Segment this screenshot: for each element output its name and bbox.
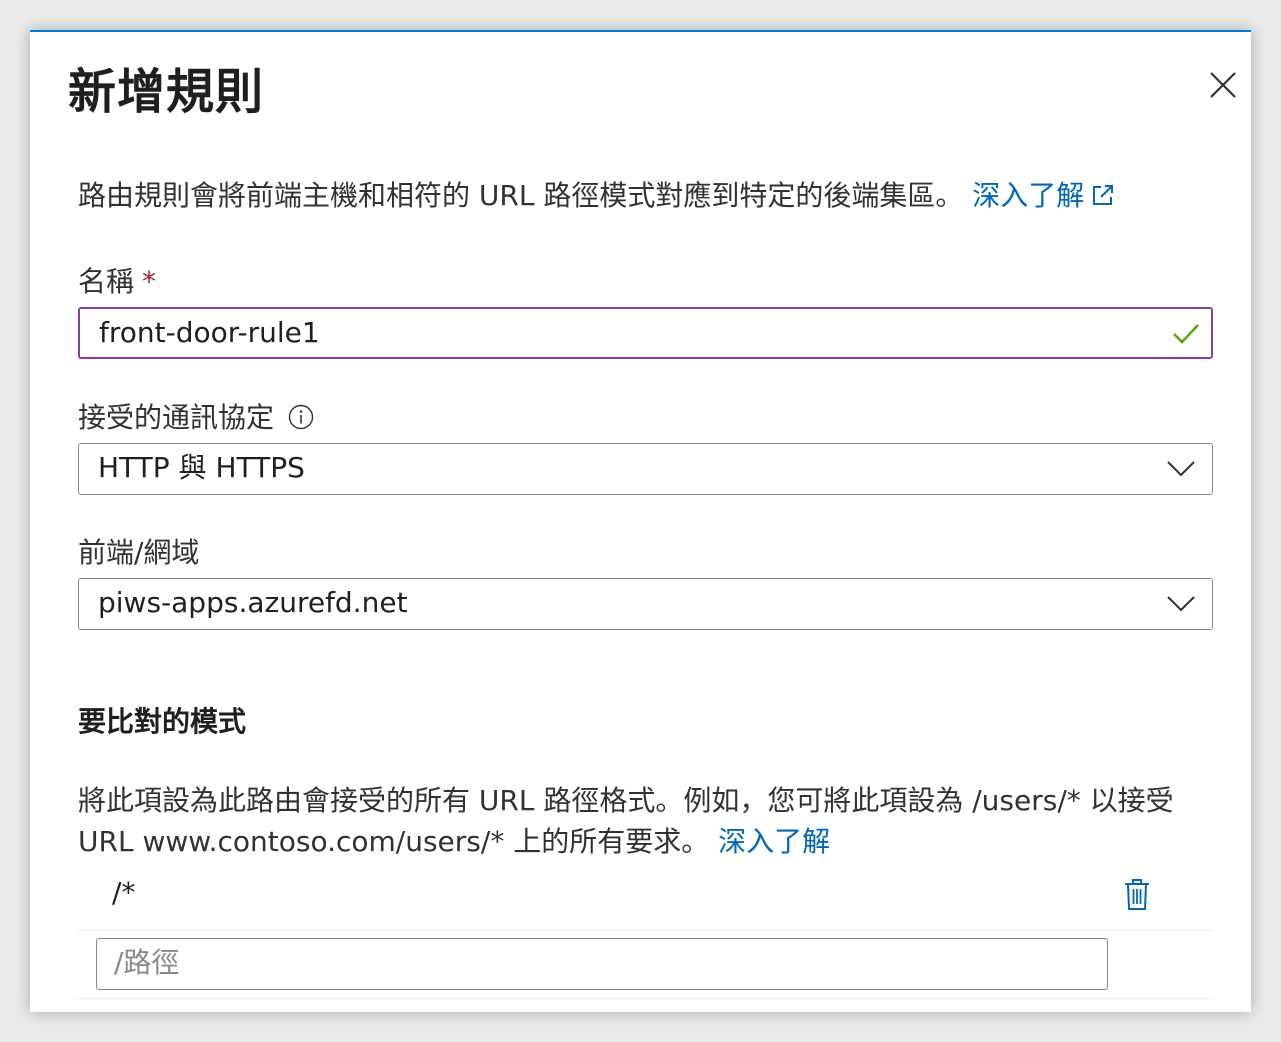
chevron-down-icon <box>1167 461 1195 477</box>
frontend-domain-dropdown[interactable]: piws-apps.azurefd.net <box>78 578 1213 630</box>
divider <box>78 998 1213 999</box>
trash-icon[interactable] <box>1122 876 1152 912</box>
pattern-row: /* <box>78 874 1213 931</box>
name-input-value: front-door-rule1 <box>99 316 320 349</box>
frontend-domain-value: piws-apps.azurefd.net <box>98 586 408 619</box>
protocol-dropdown-value: HTTP 與 HTTPS <box>98 451 305 484</box>
add-rule-panel: 新增規則 路由規則會將前端主機和相符的 URL 路徑模式對應到特定的後端集區。 … <box>30 30 1251 1012</box>
rule-description: 路由規則會將前端主機和相符的 URL 路徑模式對應到特定的後端集區。 深入了解 <box>78 174 1116 214</box>
protocol-dropdown[interactable]: HTTP 與 HTTPS <box>78 443 1213 495</box>
learn-more-link[interactable]: 深入了解 <box>972 179 1116 212</box>
name-label: 名稱 * <box>78 265 157 298</box>
patterns-description-text: 將此項設為此路由會接受的所有 URL 路徑格式。例如，您可將此項設為 /user… <box>78 784 1174 858</box>
close-icon[interactable] <box>1206 68 1240 102</box>
checkmark-icon <box>1173 324 1199 344</box>
frontend-domain-label: 前端/網域 <box>78 536 200 569</box>
patterns-section-title: 要比對的模式 <box>78 705 247 738</box>
external-link-icon <box>1093 185 1114 205</box>
required-indicator: * <box>142 265 157 298</box>
patterns-learn-more-link[interactable]: 深入了解 <box>718 825 830 858</box>
new-path-input[interactable]: /路徑 <box>96 938 1108 990</box>
name-input[interactable]: front-door-rule1 <box>78 307 1213 359</box>
patterns-description: 將此項設為此路由會接受的所有 URL 路徑格式。例如，您可將此項設為 /user… <box>78 780 1218 862</box>
new-path-placeholder: /路徑 <box>114 946 180 979</box>
protocol-label: 接受的通訊協定 <box>78 396 314 436</box>
dialog-title: 新增規則 <box>68 64 265 120</box>
info-icon[interactable] <box>288 404 314 430</box>
pattern-value: /* <box>112 876 136 909</box>
description-text: 路由規則會將前端主機和相符的 URL 路徑模式對應到特定的後端集區。 <box>78 179 964 212</box>
chevron-down-icon <box>1167 596 1195 612</box>
